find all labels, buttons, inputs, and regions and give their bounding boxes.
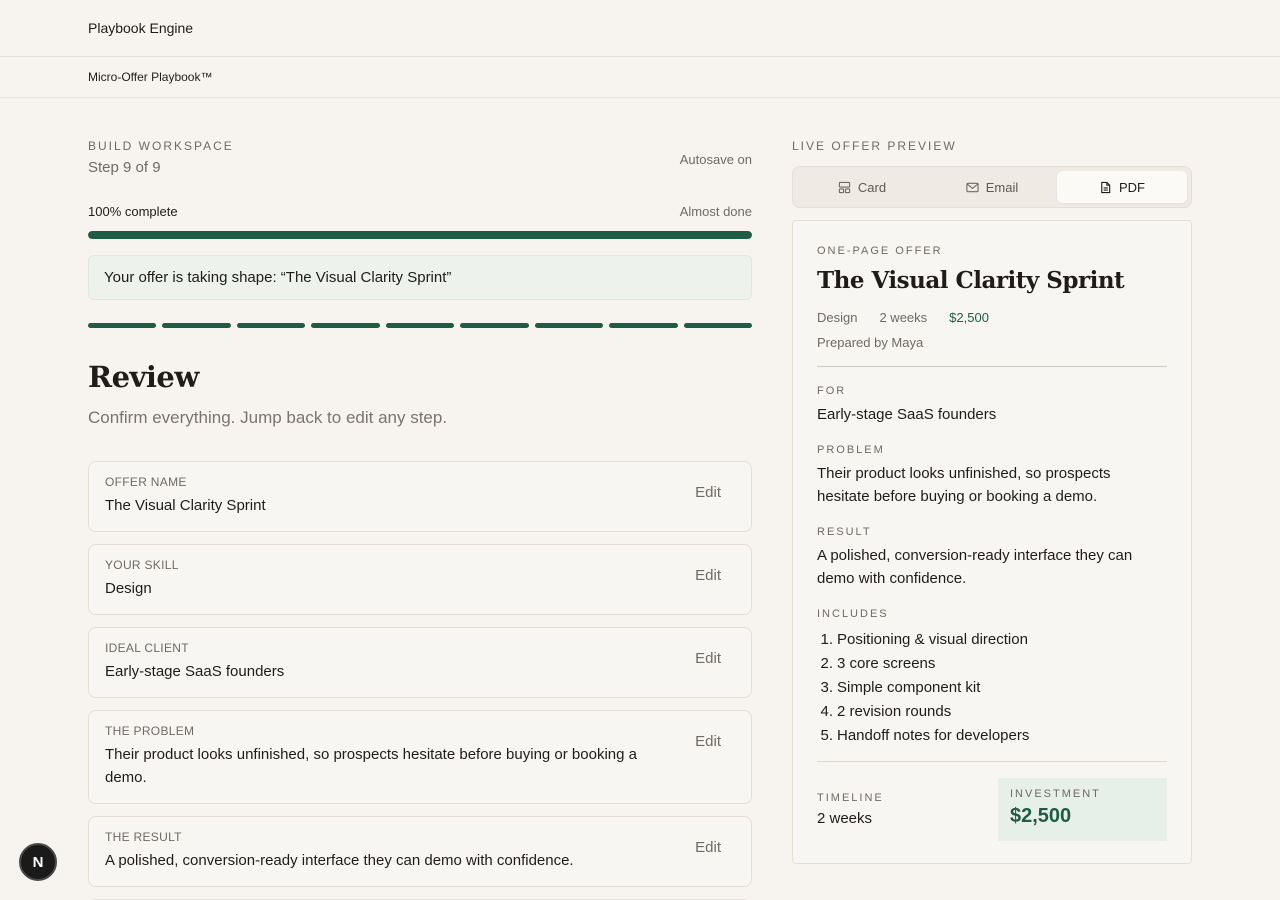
progress-status: Almost done (679, 204, 752, 219)
step-segment (609, 323, 678, 328)
review-item-offer-name: OFFER NAME The Visual Clarity Sprint Edi… (88, 461, 752, 532)
includes-label: INCLUDES (817, 608, 889, 620)
step-segment (88, 323, 157, 328)
offer-eyebrow: ONE-PAGE OFFER (817, 245, 943, 257)
document-icon (1101, 181, 1111, 193)
timeline-block: TIMELINE 2 weeks (817, 778, 998, 841)
investment-label: INVESTMENT (1010, 788, 1101, 800)
review-item-value: Design (105, 580, 152, 597)
result-value: A polished, conversion-ready interface t… (817, 547, 1133, 587)
offer-summary-row: TIMELINE 2 weeks INVESTMENT $2,500 (817, 778, 1167, 841)
offer-shape-note: Your offer is taking shape: “The Visual … (88, 255, 752, 300)
workspace-header: BUILD WORKSPACE Step 9 of 9 Autosave on (88, 139, 752, 179)
tab-email-label: Email (985, 179, 1019, 195)
step-segments (88, 323, 752, 328)
tab-card-label: Card (857, 179, 887, 195)
preview-eyebrow: LIVE OFFER PREVIEW (792, 139, 957, 153)
list-item: 3. Simple component kit (817, 676, 1167, 700)
progress-bar (88, 231, 752, 239)
edit-result-button[interactable]: Edit (695, 839, 721, 856)
list-item: 4. 2 revision rounds (817, 700, 1167, 724)
review-item-label: YOUR SKILL (105, 558, 179, 572)
review-item-result: THE RESULT A polished, conversion-ready … (88, 816, 752, 887)
tab-email[interactable]: Email (927, 171, 1057, 203)
offer-price: $2,500 (949, 310, 989, 325)
review-item-skill: YOUR SKILL Design Edit (88, 544, 752, 615)
review-item-ideal-client: IDEAL CLIENT Early-stage SaaS founders E… (88, 627, 752, 698)
step-segment (683, 323, 752, 328)
mail-icon (966, 182, 979, 192)
review-item-label: THE PROBLEM (105, 724, 195, 738)
problem-value: Their product looks unfinished, so prosp… (817, 465, 1111, 505)
progress-fill (88, 231, 752, 239)
include-text: Handoff notes for developers (837, 727, 1030, 744)
workspace-eyebrow: BUILD WORKSPACE (88, 139, 234, 153)
includes-list: 1. Positioning & visual direction 2. 3 cor… (817, 628, 1167, 748)
review-item-label: OFFER NAME (105, 475, 187, 489)
offer-skill: Design (817, 310, 858, 325)
step-segment (162, 323, 231, 328)
include-text: 2 revision rounds (837, 703, 952, 720)
autosave-status: Autosave on (679, 152, 752, 167)
preview-format-tabs: Card Email PDF (792, 166, 1192, 208)
tab-pdf-label: PDF (1119, 179, 1145, 195)
playbook-name[interactable]: Micro-Offer Playbook™ (88, 70, 212, 84)
tab-pdf[interactable]: PDF (1057, 171, 1187, 203)
investment-value: $2,500 (1010, 805, 1072, 827)
step-segment (385, 323, 455, 328)
edit-ideal-client-button[interactable]: Edit (695, 650, 721, 667)
include-text: Simple component kit (837, 679, 981, 696)
review-item-value: Early-stage SaaS founders (105, 663, 285, 680)
problem-label: PROBLEM (817, 444, 885, 456)
investment-block: INVESTMENT $2,500 (998, 778, 1167, 841)
timeline-value: 2 weeks (817, 810, 873, 827)
page-subtitle: Confirm everything. Jump back to edit an… (88, 408, 448, 427)
edit-problem-button[interactable]: Edit (695, 733, 721, 750)
step-segment (311, 323, 380, 328)
divider (817, 366, 1167, 367)
review-item-value: Their product looks unfinished, so prosp… (105, 746, 637, 786)
include-text: Positioning & visual direction (837, 631, 1028, 648)
app-header: Playbook Engine (0, 0, 1280, 57)
progress-label: 100% complete (88, 204, 178, 219)
offer-meta: Design 2 weeks $2,500 (817, 310, 1167, 325)
card-icon (838, 181, 851, 193)
for-label: FOR (817, 385, 847, 397)
step-segment (460, 323, 529, 328)
step-segment (236, 323, 306, 328)
prepared-by: Prepared by Maya (817, 335, 924, 350)
build-workspace: BUILD WORKSPACE Step 9 of 9 Autosave on … (88, 98, 752, 900)
breadcrumb: Micro-Offer Playbook™ (0, 57, 1280, 98)
tab-card[interactable]: Card (797, 171, 927, 203)
list-item: 2. 3 core screens (817, 652, 1167, 676)
for-value: Early-stage SaaS founders (817, 406, 997, 423)
review-item-value: A polished, conversion-ready interface t… (105, 852, 574, 869)
review-item-label: IDEAL CLIENT (105, 641, 189, 655)
review-item-value: The Visual Clarity Sprint (105, 497, 266, 514)
page-title: Review (88, 360, 199, 394)
review-item-problem: THE PROBLEM Their product looks unfinish… (88, 710, 752, 804)
review-item-label: THE RESULT (105, 830, 182, 844)
result-label: RESULT (817, 526, 872, 538)
progress-row: 100% complete Almost done (88, 204, 752, 219)
list-item: 1. Positioning & visual direction (817, 628, 1167, 652)
list-item: 5. Handoff notes for developers (817, 724, 1167, 748)
step-segment (534, 323, 604, 328)
live-offer-preview: LIVE OFFER PREVIEW Card Email PDF ONE-PA… (792, 98, 1192, 864)
offer-document: ONE-PAGE OFFER The Visual Clarity Sprint… (792, 220, 1192, 864)
review-list: OFFER NAME The Visual Clarity Sprint Edi… (88, 461, 752, 900)
edit-offer-name-button[interactable]: Edit (695, 484, 721, 501)
divider (817, 761, 1167, 762)
offer-shape-text: Your offer is taking shape: “The Visual … (104, 269, 452, 286)
include-text: 3 core screens (837, 655, 936, 672)
edit-skill-button[interactable]: Edit (695, 567, 721, 584)
dev-tools-label: N (32, 853, 44, 871)
offer-duration: 2 weeks (879, 310, 928, 325)
step-indicator: Step 9 of 9 (88, 159, 161, 176)
timeline-label: TIMELINE (817, 792, 884, 804)
dev-tools-button[interactable]: N (19, 843, 57, 881)
app-title[interactable]: Playbook Engine (88, 20, 193, 36)
offer-title: The Visual Clarity Sprint (817, 267, 1125, 294)
